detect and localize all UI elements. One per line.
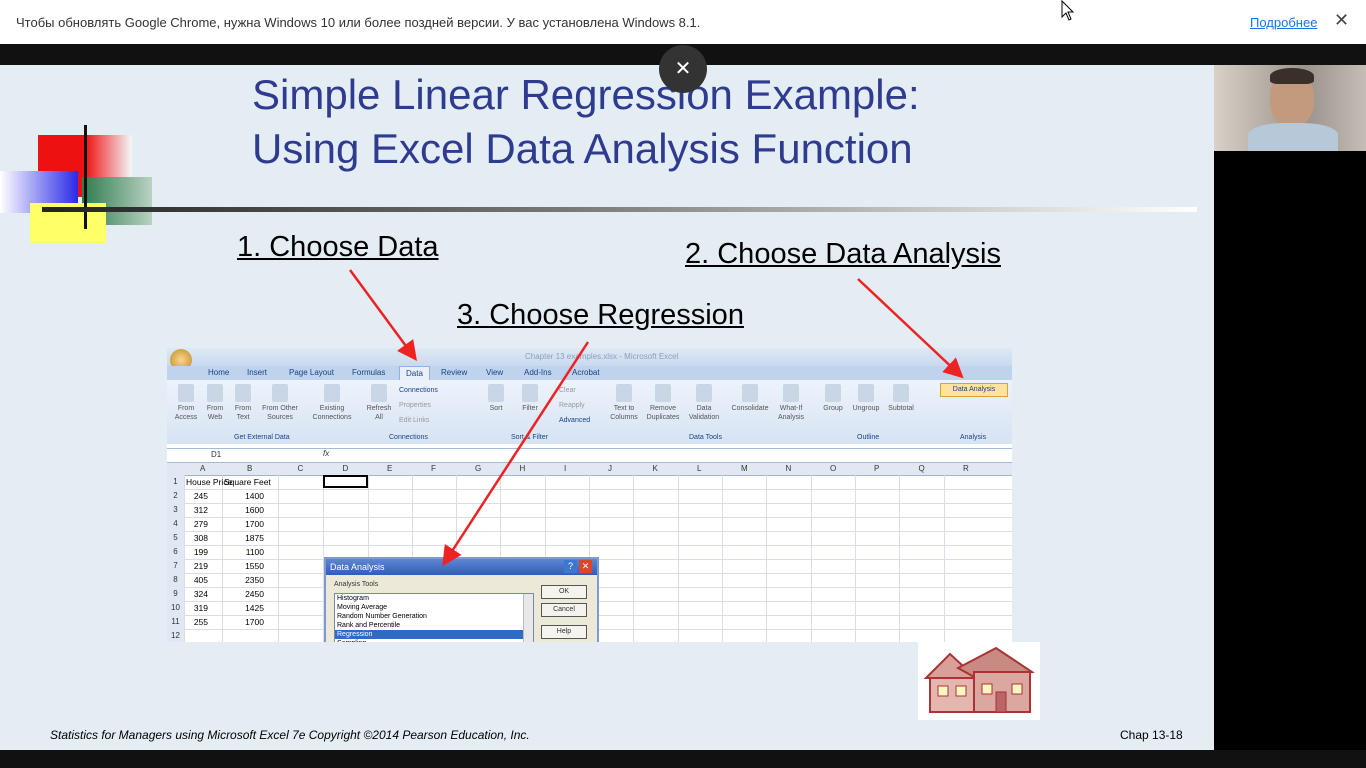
infobar-message: Чтобы обновлять Google Chrome, нужна Win… [16, 15, 701, 30]
house-icon [923, 646, 1035, 713]
infobar-close-icon[interactable]: ✕ [1334, 10, 1349, 31]
arrow-to-regression [442, 341, 590, 567]
mouse-cursor-icon [1061, 0, 1075, 21]
participant-video [1214, 65, 1366, 151]
house-clipart [918, 642, 1040, 720]
person-shirt [1248, 123, 1338, 151]
slide-number: Chap 13-18 [1120, 728, 1183, 742]
infobar-more-link[interactable]: Подробнее [1250, 15, 1317, 30]
overlay-close-button[interactable]: ✕ [659, 45, 707, 93]
arrow-to-data-tab [348, 269, 417, 362]
bottom-bar [0, 750, 1366, 768]
slide-footer: Statistics for Managers using Microsoft … [50, 728, 530, 742]
presentation-slide: Simple Linear Regression Example: Using … [0, 65, 1214, 750]
arrow-to-data-analysis [857, 278, 964, 379]
person-hair [1270, 68, 1314, 84]
close-icon: ✕ [674, 58, 692, 80]
chrome-infobar: Чтобы обновлять Google Chrome, нужна Win… [0, 0, 1366, 44]
